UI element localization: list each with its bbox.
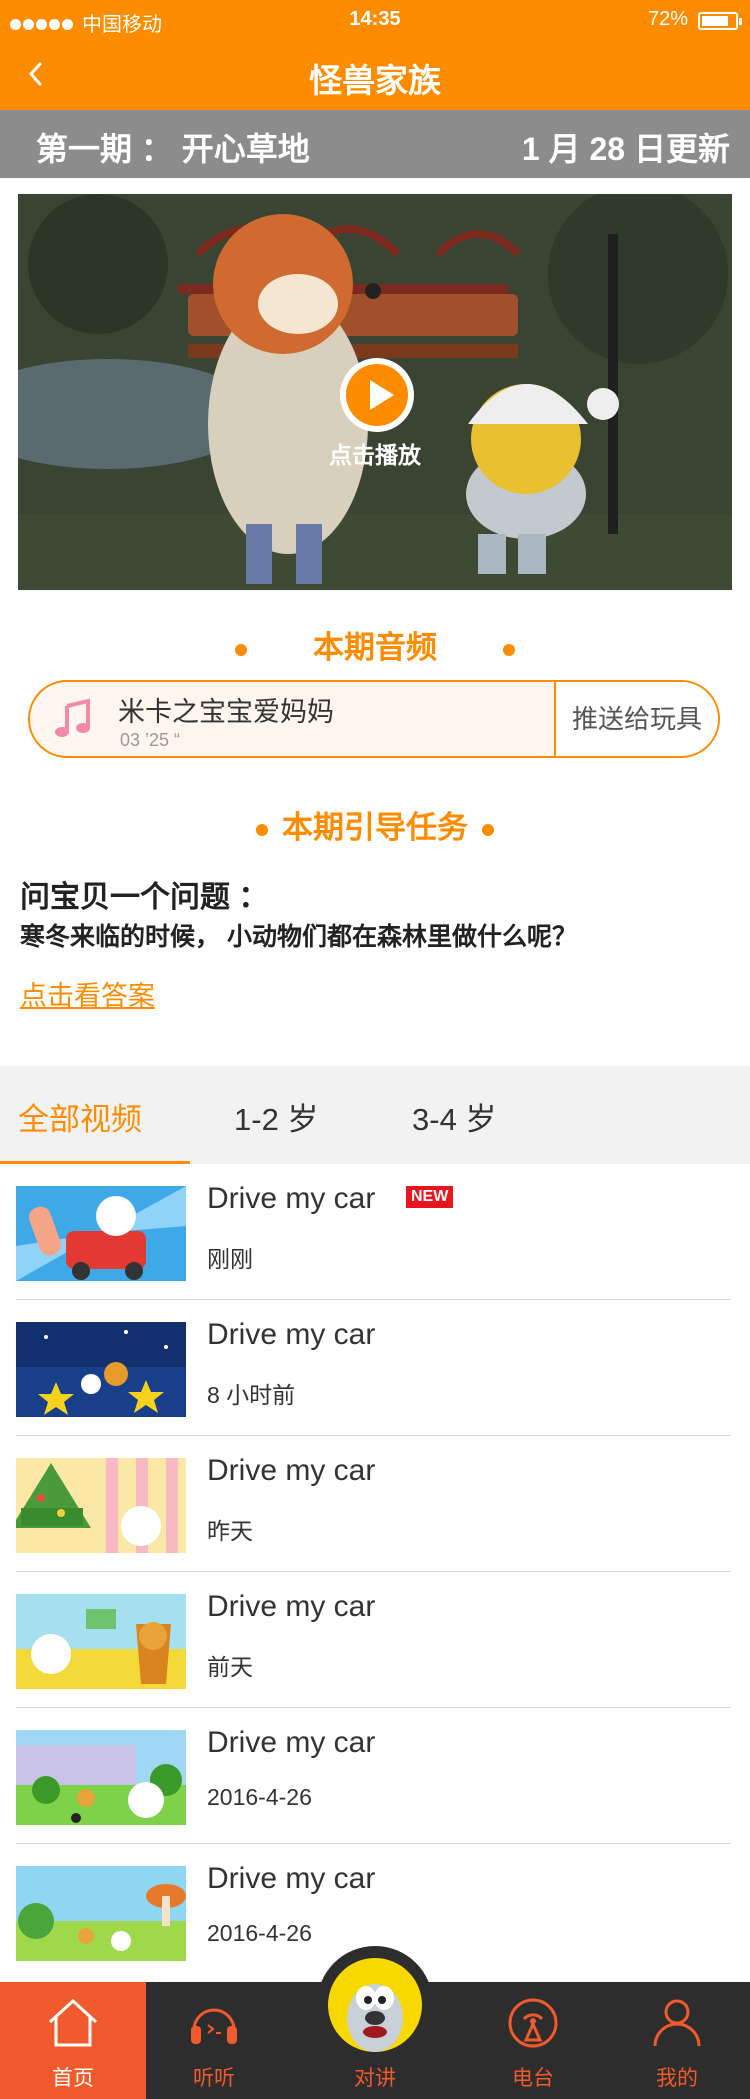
list-item[interactable]: Drive my car 前天 [0, 1572, 750, 1708]
task-question-body: 寒冬来临的时候， 小动物们都在森林里做什么呢？ [20, 923, 577, 951]
tab-talk-label: 对讲 [354, 2067, 396, 2090]
tab-mine[interactable]: 我的 [604, 1982, 750, 2099]
video-thumbnail [16, 1866, 186, 1961]
video-title: Drive my car [207, 1318, 376, 1351]
video-thumbnail [16, 1186, 186, 1281]
video-title: Drive my car [207, 1726, 376, 1759]
video-thumbnail [16, 1594, 186, 1689]
tab-talk[interactable]: 对讲 [312, 1946, 438, 2099]
tab-listen-label: 听听 [193, 2067, 235, 2090]
audio-track-card[interactable]: 米卡之宝宝爱妈妈 03 ’25 “ 推送给玩具 [28, 680, 720, 758]
episode-header: 第一期 ： 开心草地 1 月 28 日更新 [0, 110, 750, 178]
video-player[interactable]: 点击播放 [18, 194, 732, 590]
audio-duration: 03 ’25 “ [120, 730, 181, 750]
video-title: Drive my car [207, 1862, 376, 1895]
video-title: Drive my car [207, 1182, 376, 1215]
tab-age-1-2[interactable]: 1-2 岁 [234, 1094, 318, 1139]
radio-icon [508, 1998, 558, 2048]
view-answer-link[interactable]: 点击看答案 [20, 974, 155, 1013]
tab-age-3-4[interactable]: 3-4 岁 [412, 1094, 496, 1139]
nav-bar: 怪兽家族 [0, 40, 750, 110]
video-title: Drive my car [207, 1590, 376, 1623]
video-thumbnail [16, 1458, 186, 1553]
battery-icon [698, 12, 742, 30]
play-icon[interactable] [340, 358, 414, 432]
headphones-icon [191, 2008, 237, 2044]
video-time: 前天 [207, 1654, 253, 1680]
video-time: 2016-4-26 [207, 1920, 312, 1946]
new-badge: NEW [406, 1186, 454, 1208]
page-title: 怪兽家族 [309, 62, 441, 99]
episode-update-date: 1 月 28 日更新 [521, 131, 730, 167]
battery-percent: 72% [647, 8, 688, 30]
video-title: Drive my car [207, 1454, 376, 1487]
video-thumbnail [16, 1322, 186, 1417]
status-bar: 中国移动 14:35 72% [0, 0, 750, 40]
talk-avatar [328, 1958, 422, 2052]
user-icon [653, 1999, 701, 2047]
tab-radio[interactable]: 电台 [460, 1982, 606, 2099]
tab-listen[interactable]: 听听 [141, 1982, 287, 2099]
video-age-tabs: 全部视频 1-2 岁 3-4 岁 [0, 1066, 750, 1164]
push-to-toy-button[interactable]: 推送给玩具 [554, 682, 718, 756]
music-note-icon [55, 698, 90, 737]
audio-song-title: 米卡之宝宝爱妈妈 [118, 697, 334, 727]
task-section-title: 本期引导任务 [0, 802, 750, 847]
audio-section-title-text: 本期音频 [313, 630, 437, 665]
tab-all-videos[interactable]: 全部视频 [18, 1094, 142, 1139]
video-time: 8 小时前 [207, 1382, 296, 1408]
play-label: 点击播放 [329, 442, 421, 468]
tab-home-label: 首页 [52, 2067, 94, 2090]
list-item[interactable]: Drive my car 2016-4-26 [0, 1708, 750, 1844]
task-section-title-text: 本期引导任务 [282, 810, 468, 845]
home-icon [48, 1998, 98, 2047]
status-time: 14:35 [349, 8, 401, 30]
episode-name: 第一期 ： 开心草地 [36, 131, 310, 167]
video-thumbnail [16, 1730, 186, 1825]
tab-radio-label: 电台 [512, 2067, 554, 2090]
tab-home[interactable]: 首页 [0, 1982, 146, 2099]
tab-mine-label: 我的 [656, 2067, 698, 2090]
list-item[interactable]: Drive my car NEW 刚刚 [0, 1164, 750, 1300]
list-item[interactable]: Drive my car 8 小时前 [0, 1300, 750, 1436]
list-item[interactable]: Drive my car 昨天 [0, 1436, 750, 1572]
video-time: 2016-4-26 [207, 1784, 312, 1810]
task-question-heading: 问宝贝一个问题 ： [20, 881, 269, 914]
audio-section-title: 本期音频 [0, 622, 750, 667]
video-time: 昨天 [207, 1518, 253, 1544]
video-time: 刚刚 [207, 1246, 253, 1272]
